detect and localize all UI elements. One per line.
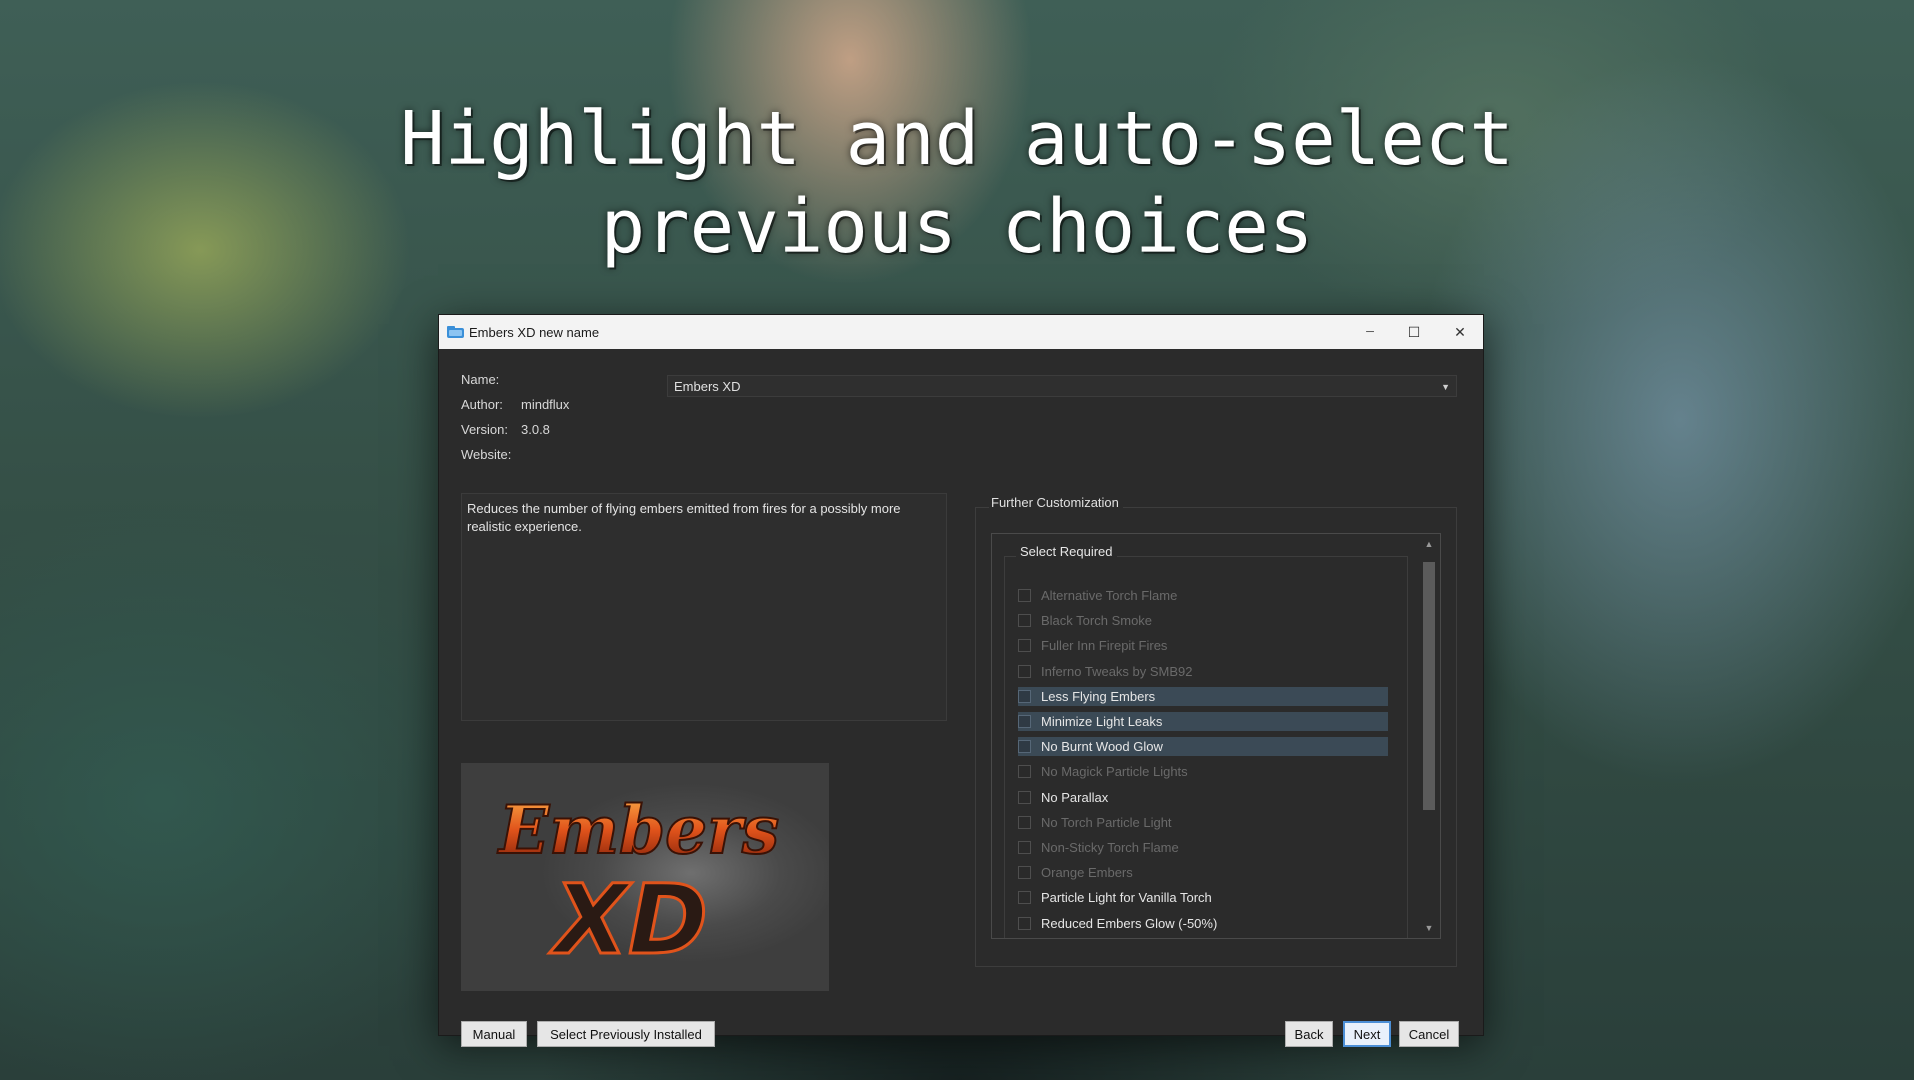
option-item: Alternative Torch Flame — [1018, 586, 1388, 605]
logo-word-embers: Embers — [497, 791, 779, 869]
option-checkbox[interactable] — [1018, 916, 1031, 930]
website-label: Website: — [461, 447, 512, 462]
option-item: Orange Embers — [1018, 863, 1388, 882]
minimize-icon: ─ — [1366, 326, 1374, 338]
options-scroll-area[interactable]: Select Required Alternative Torch Flame B… — [991, 533, 1441, 939]
option-checkbox[interactable] — [1018, 740, 1031, 754]
back-button[interactable]: Back — [1285, 1021, 1333, 1047]
scrollbar[interactable]: ▲ ▼ — [1418, 534, 1440, 938]
option-label: Black Torch Smoke — [1041, 613, 1153, 629]
name-dropdown-value: Embers XD — [674, 379, 741, 394]
option-item[interactable]: Reduced Embers Glow (-50%) — [1018, 914, 1388, 933]
option-label: No Magick Particle Lights — [1041, 764, 1188, 780]
option-checkbox[interactable] — [1018, 715, 1031, 728]
option-label: Alternative Torch Flame — [1041, 588, 1178, 603]
window-content: Name: Author: mindflux Version: 3.0.8 We… — [439, 349, 1483, 1047]
option-checkbox — [1018, 815, 1031, 829]
version-value: 3.0.8 — [521, 422, 550, 437]
manual-button[interactable]: Manual — [461, 1021, 527, 1047]
embers-logo: Embers XD — [496, 790, 780, 978]
option-item: No Magick Particle Lights — [1018, 762, 1388, 781]
chevron-down-icon: ▼ — [1441, 382, 1450, 392]
window-title: Embers XD new name — [469, 324, 600, 340]
close-icon: ✕ — [1454, 323, 1466, 340]
option-item[interactable]: No Burnt Wood Glow — [1018, 737, 1388, 757]
further-customization-title: Further Customization — [989, 495, 1123, 510]
description-box[interactable]: Reduces the number of flying embers emit… — [461, 493, 947, 721]
title-bar[interactable]: Embers XD new name ─ ☐ ✕ — [439, 315, 1483, 349]
option-item: Fuller Inn Firepit Fires — [1018, 636, 1388, 655]
option-checkbox[interactable] — [1018, 891, 1031, 905]
installer-window: Embers XD new name ─ ☐ ✕ Name: Author: m… — [438, 314, 1484, 1047]
option-checkbox — [1018, 664, 1031, 678]
option-checkbox — [1018, 765, 1031, 779]
minimize-button[interactable]: ─ — [1347, 315, 1393, 349]
option-label: Particle Light for Vanilla Torch — [1041, 890, 1212, 906]
name-dropdown[interactable]: Embers XD ▼ — [667, 375, 1457, 397]
option-item[interactable]: No Parallax — [1018, 788, 1388, 807]
scrollbar-thumb[interactable] — [1423, 562, 1435, 810]
option-checkbox — [1018, 841, 1031, 854]
scroll-up-icon[interactable]: ▲ — [1418, 534, 1440, 554]
option-checkbox[interactable] — [1018, 790, 1031, 804]
headline: Highlight and auto-select previous choic… — [400, 96, 1514, 270]
option-label: Minimize Light Leaks — [1041, 714, 1163, 729]
close-button[interactable]: ✕ — [1437, 315, 1483, 349]
option-checkbox — [1018, 639, 1031, 653]
option-label: Orange Embers — [1041, 865, 1133, 881]
version-label: Version: — [461, 422, 508, 437]
option-label: Inferno Tweaks by SMB92 — [1041, 663, 1193, 679]
option-label: No Burnt Wood Glow — [1041, 739, 1163, 755]
cancel-button[interactable]: Cancel — [1399, 1021, 1459, 1047]
option-checkbox — [1018, 866, 1031, 880]
option-label: Non-Sticky Torch Flame — [1041, 840, 1179, 855]
option-item: No Torch Particle Light — [1018, 813, 1388, 832]
select-previously-installed-button[interactable]: Select Previously Installed — [537, 1021, 715, 1047]
author-value: mindflux — [521, 397, 570, 412]
option-label: No Torch Particle Light — [1041, 814, 1172, 830]
option-item: Black Torch Smoke — [1018, 611, 1388, 630]
option-label: Less Flying Embers — [1041, 688, 1156, 704]
next-button[interactable]: Next — [1343, 1021, 1391, 1047]
option-label: Fuller Inn Firepit Fires — [1041, 638, 1168, 654]
name-label: Name: — [461, 372, 500, 387]
option-checkbox — [1018, 614, 1031, 628]
description-text: Reduces the number of flying embers emit… — [467, 501, 901, 534]
option-label: Reduced Embers Glow (-50%) — [1041, 915, 1218, 931]
preview-image: Embers XD — [461, 763, 829, 991]
option-item[interactable]: Less Flying Embers — [1018, 686, 1388, 706]
option-item: Non-Sticky Torch Flame — [1018, 838, 1388, 857]
option-item[interactable]: Minimize Light Leaks — [1018, 712, 1388, 731]
app-icon — [447, 326, 464, 338]
maximize-button[interactable]: ☐ — [1391, 315, 1437, 349]
select-required-title: Select Required — [1016, 544, 1117, 559]
author-label: Author: — [461, 397, 503, 412]
option-checkbox — [1018, 589, 1031, 602]
option-checkbox[interactable] — [1018, 689, 1031, 703]
option-item[interactable]: Particle Light for Vanilla Torch — [1018, 888, 1388, 907]
logo-word-xd: XD — [549, 864, 708, 976]
maximize-icon: ☐ — [1407, 323, 1421, 340]
scroll-down-icon[interactable]: ▼ — [1418, 918, 1440, 938]
option-item: Inferno Tweaks by SMB92 — [1018, 662, 1388, 681]
option-label: No Parallax — [1041, 789, 1109, 805]
